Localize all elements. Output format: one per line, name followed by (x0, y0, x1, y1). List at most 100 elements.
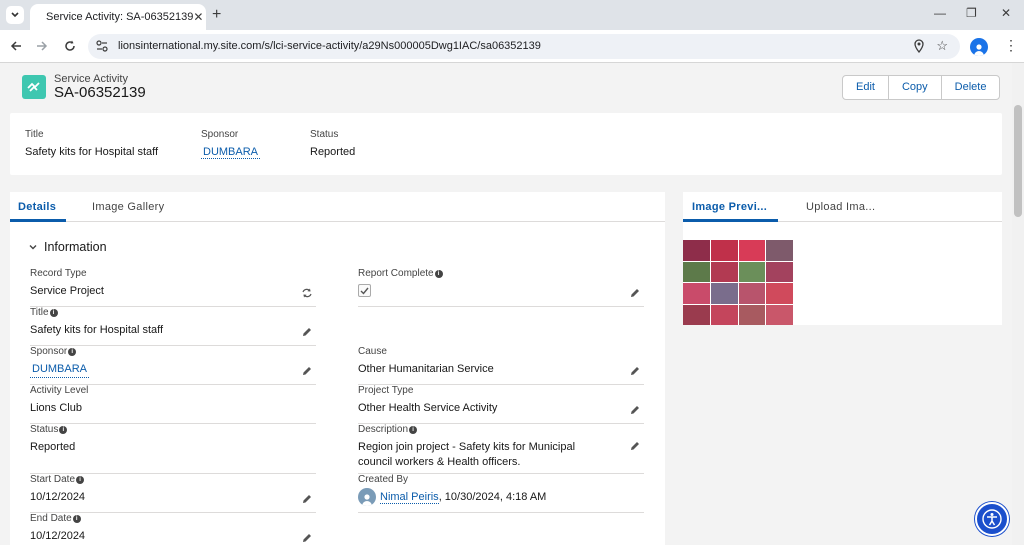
tab-search-button[interactable] (6, 6, 24, 24)
field-label: Sponsor i (30, 346, 316, 357)
highlight-status: Status Reported (310, 129, 355, 158)
new-tab-button[interactable]: + (212, 6, 221, 24)
info-icon[interactable]: i (68, 347, 77, 356)
close-window-icon[interactable]: ✕ (1001, 6, 1011, 20)
info-icon[interactable]: i (59, 425, 68, 434)
details-card: Details Image Gallery Information Record… (10, 192, 665, 545)
field-value: 10/12/2024 (30, 491, 86, 503)
edit-button[interactable]: Edit (843, 76, 889, 99)
minimize-icon[interactable]: — (934, 6, 946, 20)
change-record-type-icon[interactable] (302, 288, 312, 298)
browser-tab[interactable]: Service Activity: SA-06352139 ✕ (30, 4, 206, 30)
arrow-left-icon (10, 41, 21, 51)
handshake-icon (27, 82, 40, 92)
field-project-type: Project Type Other Health Service Activi… (358, 385, 644, 424)
reload-button[interactable] (62, 38, 78, 54)
page-content: Service Activity SA-06352139 Edit Copy D… (0, 63, 1012, 545)
created-by-timestamp: , 10/30/2024, 4:18 AM (438, 491, 547, 503)
url-text: lionsinternational.my.site.com/s/lci-ser… (118, 40, 541, 52)
person-icon (974, 44, 984, 56)
address-bar[interactable]: lionsinternational.my.site.com/s/lci-ser… (88, 34, 960, 59)
field-description: Description i Region join project - Safet… (358, 424, 644, 474)
chevron-down-icon (11, 12, 19, 18)
bookmark-star-icon[interactable]: ☆ (936, 38, 948, 54)
user-avatar-icon (358, 488, 376, 506)
checkmark-icon (360, 287, 369, 295)
collage-photo (683, 240, 710, 261)
chevron-down-icon (29, 245, 37, 250)
edit-pencil-icon[interactable] (630, 288, 640, 298)
created-by-user-link[interactable]: Nimal Peiris (380, 491, 439, 504)
created-by-value: Nimal Peiris , 10/30/2024, 4:18 AM (358, 488, 644, 506)
highlight-title-label: Title (25, 129, 44, 140)
edit-pencil-icon[interactable] (302, 366, 312, 376)
location-pin-icon[interactable] (914, 39, 924, 53)
report-complete-checkbox[interactable] (358, 284, 371, 297)
collage-photo (766, 261, 793, 282)
field-label: Start Date i (30, 474, 316, 485)
site-settings-icon[interactable] (96, 40, 108, 52)
info-icon[interactable]: i (72, 514, 81, 523)
collage-photo (766, 304, 793, 325)
record-name: SA-06352139 (54, 84, 146, 101)
info-icon[interactable]: i (49, 308, 58, 317)
record-header: Service Activity SA-06352139 Edit Copy D… (10, 63, 1002, 107)
edit-pencil-icon[interactable] (630, 366, 640, 376)
tab-upload-image[interactable]: Upload Ima... (806, 201, 875, 213)
collage-photo (683, 283, 710, 304)
field-start-date: Start Date i 10/12/2024 (30, 474, 316, 513)
collage-photo (766, 283, 793, 304)
field-sponsor: Sponsor i DUMBARA (30, 346, 316, 385)
info-icon[interactable]: i (409, 425, 418, 434)
edit-pencil-icon[interactable] (630, 441, 640, 451)
field-label: End Date i (30, 513, 316, 524)
accessibility-icon (982, 509, 1002, 529)
collage-photo (738, 240, 766, 261)
collage-photo (710, 261, 738, 282)
image-collage[interactable] (683, 240, 793, 325)
field-status: Status i Reported (30, 424, 316, 474)
record-actions: Edit Copy Delete (842, 75, 1001, 100)
delete-button[interactable]: Delete (942, 76, 1000, 99)
close-tab-icon[interactable]: ✕ (193, 10, 203, 24)
highlight-sponsor-link[interactable]: DUMBARA (201, 146, 261, 159)
tab-image-preview[interactable]: Image Previ... (692, 201, 767, 213)
edit-pencil-icon[interactable] (302, 494, 312, 504)
section-title: Information (44, 240, 107, 254)
accessibility-button[interactable] (975, 502, 1009, 536)
field-label: Status i (30, 424, 316, 435)
info-icon[interactable]: i (434, 269, 443, 278)
edit-pencil-icon[interactable] (302, 327, 312, 337)
highlight-title-value: Safety kits for Hospital staff (25, 146, 159, 158)
forward-button[interactable] (34, 38, 50, 54)
field-label: Report Complete i (358, 268, 644, 279)
field-label: Activity Level (30, 385, 89, 396)
browser-menu-icon[interactable]: ⋮ (1004, 38, 1018, 52)
highlight-sponsor-label: Sponsor (201, 129, 239, 140)
field-value: Region join project - Safety kits for Mu… (358, 441, 576, 468)
highlight-sponsor: Sponsor DUMBARA (201, 129, 261, 159)
edit-pencil-icon[interactable] (630, 405, 640, 415)
profile-avatar[interactable] (970, 38, 988, 56)
collage-photo (738, 283, 766, 304)
tab-image-gallery[interactable]: Image Gallery (92, 201, 164, 213)
arrow-right-icon (37, 41, 48, 51)
field-value: Other Health Service Activity (358, 402, 498, 414)
field-label: Cause (358, 346, 387, 357)
collage-photo (738, 304, 766, 325)
field-label: Created By (358, 474, 409, 485)
highlights-panel: Title Safety kits for Hospital staff Spo… (10, 113, 1002, 175)
sponsor-link[interactable]: DUMBARA (30, 362, 90, 378)
edit-pencil-icon[interactable] (302, 533, 312, 543)
section-information-toggle[interactable]: Information (28, 240, 107, 254)
back-button[interactable] (8, 38, 24, 54)
collage-photo (683, 261, 710, 282)
copy-button[interactable]: Copy (889, 76, 942, 99)
info-icon[interactable]: i (76, 475, 85, 484)
scrollbar-thumb[interactable] (1014, 105, 1022, 217)
restore-icon[interactable]: ❐ (966, 6, 977, 20)
field-cause: Cause Other Humanitarian Service (358, 346, 644, 385)
service-activity-icon (22, 75, 46, 99)
highlight-status-value: Reported (310, 146, 356, 158)
tab-details[interactable]: Details (18, 201, 56, 213)
